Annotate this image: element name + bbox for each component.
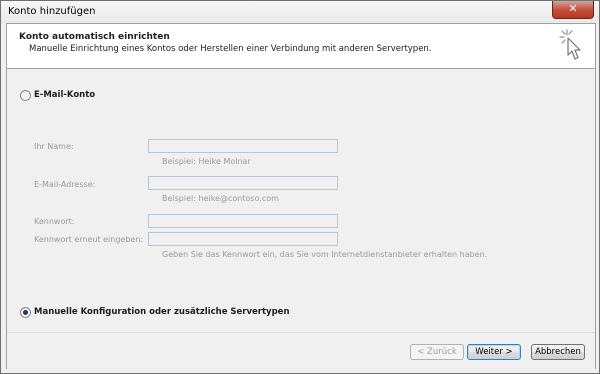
wizard-header: Konto automatisch einrichten Manuelle Ei… — [7, 24, 595, 69]
next-button[interactable]: Weiter > — [467, 344, 521, 360]
cancel-button[interactable]: Abbrechen — [531, 344, 585, 360]
account-form: E-Mail-Konto Ihr Name: Beispiel: Heike M… — [7, 69, 595, 332]
dialog-body: Konto automatisch einrichten Manuelle Ei… — [6, 23, 596, 369]
wizard-cursor-icon — [559, 29, 581, 60]
close-icon: ✕ — [568, 2, 578, 15]
manual-config-label[interactable]: Manuelle Konfiguration oder zusätzliche … — [34, 307, 290, 317]
back-button[interactable]: < Zurück — [410, 344, 464, 360]
password-confirm-label: Kennwort erneut eingeben: — [34, 235, 144, 244]
password-hint: Geben Sie das Kennwort ein, das Sie vom … — [162, 250, 488, 259]
password-label: Kennwort: — [34, 217, 75, 226]
email-account-label[interactable]: E-Mail-Konto — [34, 90, 95, 100]
email-label: E-Mail-Adresse: — [34, 180, 96, 189]
name-input[interactable] — [148, 139, 338, 153]
email-hint: Beispiel: heike@contoso.com — [162, 194, 279, 203]
title-bar: Konto hinzufügen ✕ — [1, 1, 599, 23]
password-input[interactable] — [148, 214, 338, 228]
email-account-radio[interactable] — [20, 90, 31, 101]
header-title: Konto automatisch einrichten — [19, 32, 170, 42]
window-title: Konto hinzufügen — [8, 6, 96, 17]
password-confirm-input[interactable] — [148, 232, 338, 246]
name-label: Ihr Name: — [34, 142, 74, 151]
header-subtitle: Manuelle Einrichtung eines Kontos oder H… — [29, 44, 432, 54]
manual-config-radio[interactable] — [20, 307, 31, 318]
button-bar: < Zurück Weiter > Abbrechen — [7, 332, 595, 369]
close-button[interactable]: ✕ — [552, 1, 594, 19]
add-account-dialog: Konto hinzufügen ✕ Konto automatisch ein… — [0, 0, 600, 374]
name-hint: Beispiel: Heike Molnar — [162, 157, 251, 166]
email-input[interactable] — [148, 176, 338, 190]
